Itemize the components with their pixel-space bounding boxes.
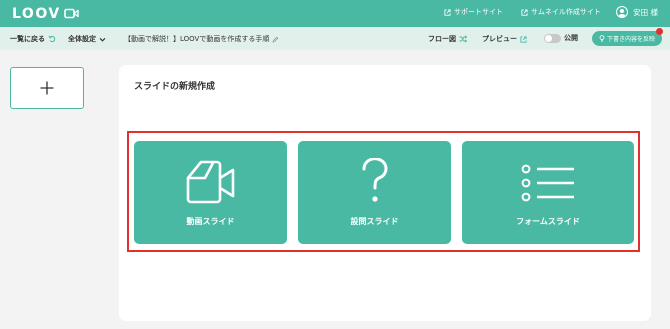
external-link-icon	[520, 35, 527, 43]
publish-toggle-group: 公開	[544, 33, 578, 43]
shuffle-icon	[459, 35, 467, 43]
add-slide-button[interactable]	[10, 67, 84, 109]
preview-label: プレビュー	[482, 35, 517, 43]
loov-logo[interactable]: LOOV	[12, 4, 79, 23]
video-slide-label: 動画スライド	[186, 217, 235, 226]
logo-text: LOOV	[12, 5, 61, 22]
chevron-down-icon	[99, 37, 106, 42]
apply-label: 下書き内容を反映	[606, 36, 655, 43]
top-bar: LOOV サポートサイト サムネイル作成サイト 安田 様	[0, 0, 670, 27]
question-slide-card[interactable]: 設問スライド	[298, 141, 451, 244]
user-menu[interactable]: 安田 様	[616, 6, 658, 18]
form-slide-label: フォームスライド	[516, 217, 580, 226]
support-site-link[interactable]: サポートサイト	[444, 7, 503, 17]
video-camera-icon	[186, 160, 235, 204]
editor-toolbar: 一覧に戻る 全体設定 【動画で解説！】LOOVで動画を作成する手順 フロー図 プ…	[0, 27, 670, 50]
flow-label: フロー図	[428, 35, 456, 43]
lightbulb-icon	[599, 35, 605, 42]
document-title-text: 【動画で解説！】LOOVで動画を作成する手順	[124, 35, 270, 43]
video-slide-card[interactable]: 動画スライド	[134, 141, 287, 244]
global-settings-dropdown[interactable]: 全体設定	[68, 34, 106, 44]
plus-icon	[40, 81, 54, 95]
external-link-icon	[521, 8, 528, 16]
list-icon	[521, 164, 574, 202]
back-label: 一覧に戻る	[10, 35, 45, 43]
camera-logo-icon	[63, 8, 79, 19]
external-link-icon	[444, 8, 451, 16]
thumbnail-site-label: サムネイル作成サイト	[531, 8, 601, 16]
back-to-list-button[interactable]: 一覧に戻る	[10, 34, 56, 44]
publish-toggle[interactable]	[544, 33, 561, 43]
question-slide-label: 設問スライド	[350, 217, 399, 226]
apply-draft-button[interactable]: 下書き内容を反映	[592, 31, 662, 46]
form-slide-card[interactable]: フォームスライド	[462, 141, 634, 244]
pencil-icon	[272, 36, 279, 43]
user-name: 安田 様	[633, 7, 658, 17]
publish-label: 公開	[564, 34, 578, 42]
thumbnail-site-link[interactable]: サムネイル作成サイト	[521, 7, 601, 17]
undo-icon	[48, 35, 56, 43]
avatar-icon	[616, 6, 629, 18]
question-mark-icon	[362, 158, 388, 202]
document-title[interactable]: 【動画で解説！】LOOVで動画を作成する手順	[124, 34, 279, 44]
support-site-label: サポートサイト	[454, 8, 503, 16]
settings-label: 全体設定	[68, 35, 96, 43]
preview-button[interactable]: プレビュー	[482, 34, 527, 44]
flow-chart-button[interactable]: フロー図	[428, 34, 467, 44]
notification-dot	[656, 28, 663, 35]
panel-title: スライドの新規作成	[134, 82, 216, 92]
